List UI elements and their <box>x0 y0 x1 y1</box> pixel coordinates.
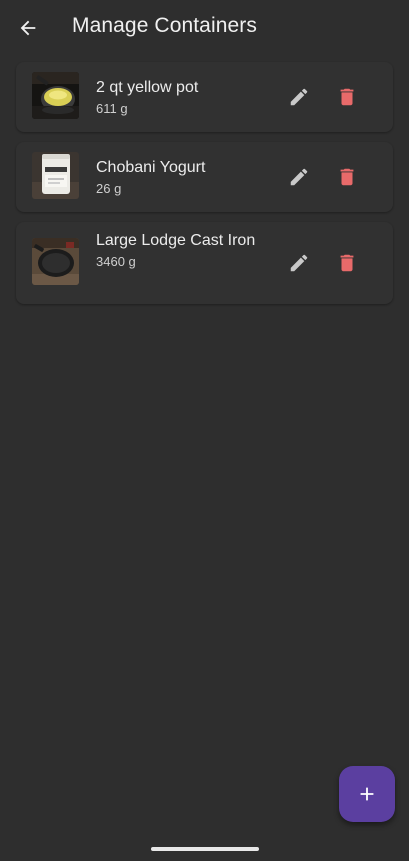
container-text: Large Lodge Cast Iron 3460 g <box>96 229 266 271</box>
container-name: Large Lodge Cast Iron <box>96 232 256 249</box>
container-thumbnail <box>32 152 79 199</box>
container-thumbnail <box>32 72 79 119</box>
container-thumbnail <box>32 238 79 285</box>
container-weight: 26 g <box>96 181 122 196</box>
arrow-back-icon <box>20 20 36 36</box>
container-card[interactable]: Large Lodge Cast Iron 3460 g <box>16 222 393 304</box>
trash-icon <box>340 254 354 272</box>
add-container-button[interactable] <box>339 766 395 822</box>
container-text: Chobani Yogurt 26 g <box>96 156 266 198</box>
trash-icon <box>340 168 354 186</box>
container-card[interactable]: 2 qt yellow pot 611 g <box>16 62 393 132</box>
container-weight: 611 g <box>96 101 128 116</box>
cast-iron-photo-icon <box>32 238 79 285</box>
yogurt-photo-icon <box>32 152 79 199</box>
page-title: Manage Containers <box>72 14 257 37</box>
app-bar: Manage Containers <box>0 0 409 56</box>
delete-button[interactable] <box>331 81 363 113</box>
pencil-icon <box>290 168 308 186</box>
edit-button[interactable] <box>283 161 315 193</box>
pot-photo-icon <box>32 72 79 119</box>
edit-button[interactable] <box>283 81 315 113</box>
back-button[interactable] <box>12 12 44 44</box>
plus-icon <box>360 787 374 801</box>
pencil-icon <box>290 88 308 106</box>
pencil-icon <box>290 254 308 272</box>
container-text: 2 qt yellow pot 611 g <box>96 76 266 118</box>
container-card[interactable]: Chobani Yogurt 26 g <box>16 142 393 212</box>
container-weight: 3460 g <box>96 254 136 269</box>
container-name: Chobani Yogurt <box>96 159 206 176</box>
container-name: 2 qt yellow pot <box>96 79 199 96</box>
edit-button[interactable] <box>283 247 315 279</box>
home-indicator[interactable] <box>151 847 259 851</box>
trash-icon <box>340 88 354 106</box>
container-list: 2 qt yellow pot 611 g Chobani Yogurt 26 … <box>16 62 393 314</box>
delete-button[interactable] <box>331 247 363 279</box>
delete-button[interactable] <box>331 161 363 193</box>
